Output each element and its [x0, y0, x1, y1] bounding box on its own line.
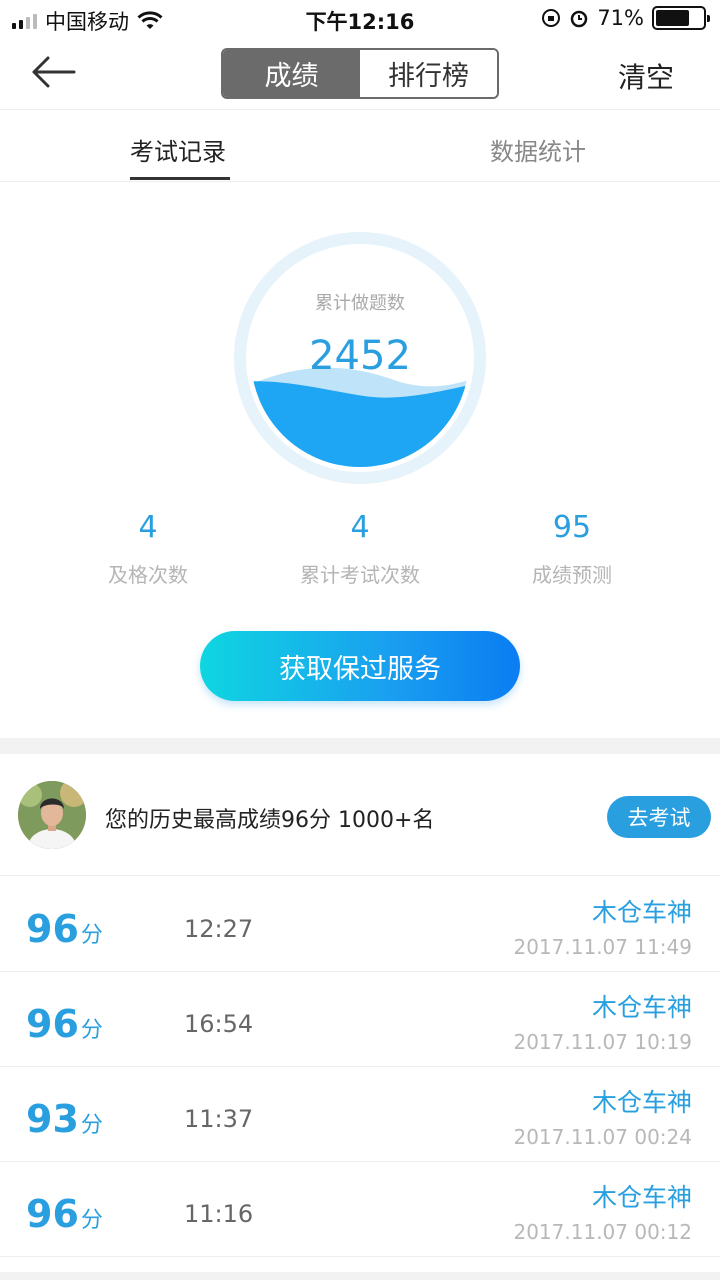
section-divider [0, 738, 720, 754]
tab-exam-records[interactable]: 考试记录 [130, 132, 226, 167]
best-score-row: 您的历史最高成绩96分 1000+名 去考试 [0, 754, 720, 876]
record-duration: 16:54 [184, 1010, 254, 1038]
record-score: 96分 [26, 907, 103, 951]
go-exam-button[interactable]: 去考试 [607, 796, 711, 838]
segment-scores[interactable]: 成绩 [223, 50, 360, 97]
record-row[interactable]: 96分 12:27 木仓车神 2017.11.07 11:49 [0, 877, 720, 972]
record-date: 2017.11.07 00:12 [513, 1220, 692, 1244]
alarm-icon [571, 10, 588, 28]
record-row[interactable]: 93分 11:37 木仓车神 2017.11.07 00:24 [0, 1067, 720, 1162]
record-duration: 11:37 [184, 1105, 254, 1133]
stat-label: 累计考试次数 [300, 563, 420, 587]
segment-leaderboard[interactable]: 排行榜 [360, 50, 497, 97]
record-date: 2017.11.07 00:24 [513, 1125, 692, 1149]
clear-button[interactable]: 清空 [618, 56, 674, 96]
tab-active-indicator [130, 177, 230, 180]
record-user-name: 木仓车神 [591, 1088, 692, 1117]
bottom-divider [0, 1272, 720, 1280]
get-pass-service-button[interactable]: 获取保过服务 [200, 631, 520, 701]
battery-icon [652, 6, 710, 30]
stat-value: 95 [552, 510, 592, 545]
status-right: 71% [541, 6, 710, 30]
stat-prediction: 95 成绩预测 [452, 510, 692, 588]
stat-passed: 4 及格次数 [28, 510, 268, 588]
battery-percent: 71% [597, 6, 644, 30]
tab-statistics[interactable]: 数据统计 [490, 132, 586, 167]
status-bar: 中国移动 下午12:16 71% [0, 0, 720, 36]
record-score: 93分 [26, 1097, 103, 1141]
rotation-lock-icon [542, 9, 561, 27]
nav-header: 成绩 排行榜 清空 [0, 36, 720, 110]
record-date: 2017.11.07 11:49 [513, 935, 692, 959]
total-questions-label: 累计做题数 [315, 293, 405, 314]
record-score: 96分 [26, 1192, 103, 1236]
record-user-name: 木仓车神 [591, 993, 692, 1022]
record-date: 2017.11.07 10:19 [513, 1030, 692, 1054]
stat-value: 4 [350, 510, 370, 545]
record-row[interactable]: 96分 16:54 木仓车神 2017.11.07 10:19 [0, 972, 720, 1067]
record-user-name: 木仓车神 [591, 898, 692, 927]
arrow-left-icon[interactable] [30, 54, 78, 90]
avatar[interactable] [18, 781, 86, 849]
record-duration: 12:27 [184, 915, 254, 943]
record-user-name: 木仓车神 [591, 1183, 692, 1212]
record-row[interactable]: 96分 11:16 木仓车神 2017.11.07 00:12 [0, 1162, 720, 1257]
record-score: 96分 [26, 1002, 103, 1046]
stat-label: 成绩预测 [532, 563, 612, 587]
tab-bar: 考试记录 数据统计 [0, 110, 720, 182]
record-duration: 11:16 [184, 1200, 254, 1228]
stat-exam-count: 4 累计考试次数 [240, 510, 480, 588]
stat-label: 及格次数 [108, 563, 188, 587]
segmented-control: 成绩 排行榜 [221, 48, 499, 99]
stat-value: 4 [138, 510, 158, 545]
best-score-text: 您的历史最高成绩96分 1000+名 [105, 808, 435, 833]
total-questions-value: 2452 [309, 333, 411, 379]
